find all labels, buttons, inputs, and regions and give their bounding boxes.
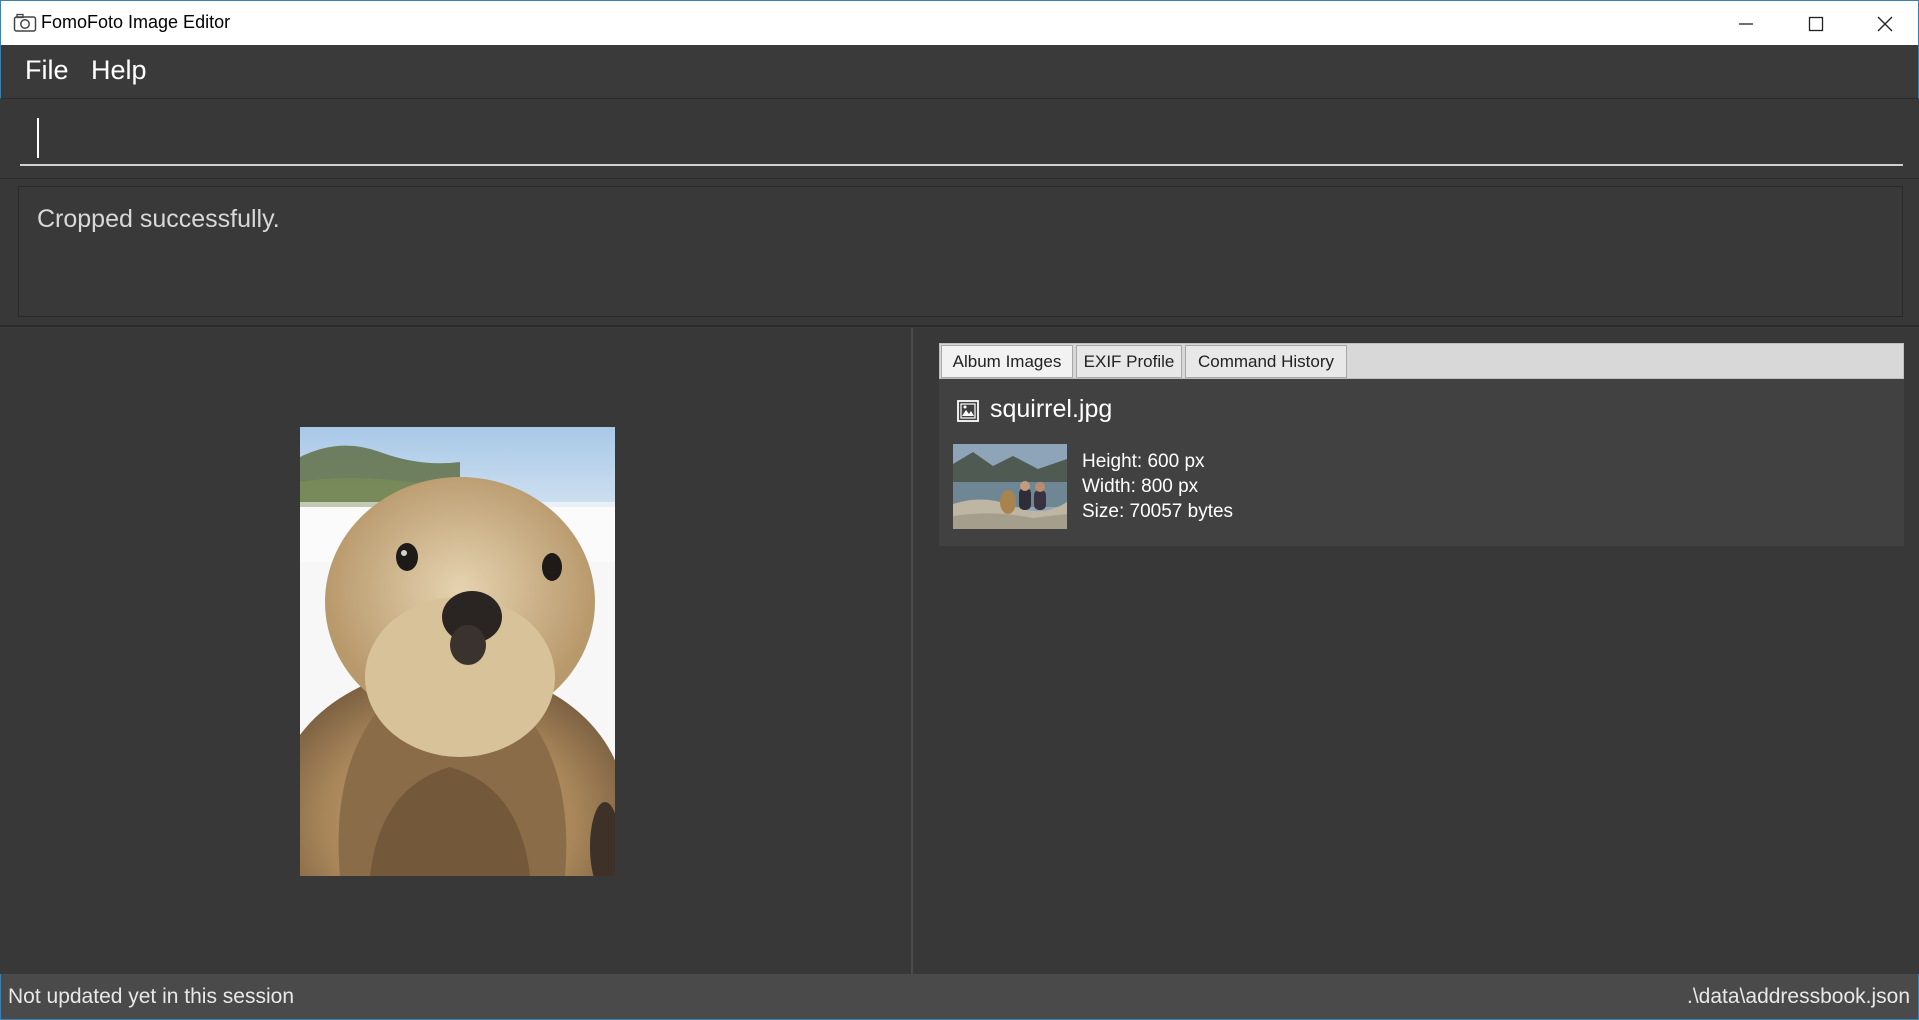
result-display-pane: Cropped successfully. [0, 180, 1919, 327]
tab-album-images[interactable]: Album Images [941, 345, 1073, 378]
maximize-button[interactable] [1781, 1, 1851, 46]
command-input[interactable] [20, 114, 1903, 166]
squirrel-preview-image [300, 427, 615, 876]
side-panel: Album Images EXIF Profile Command Histor… [915, 328, 1919, 974]
image-preview-pane [0, 328, 913, 974]
image-width: Width: 800 px [1082, 476, 1199, 497]
album-image-name: squirrel.jpg [990, 395, 1113, 423]
menu-bar: File Help [0, 45, 1919, 99]
image-height: Height: 600 px [1082, 451, 1205, 472]
sync-status: Not updated yet in this session [8, 985, 295, 1008]
save-location: .\data\addressbook.json [1687, 985, 1910, 1008]
text-caret [37, 118, 39, 158]
window-title: FomoFoto Image Editor [41, 12, 231, 32]
camera-icon [13, 13, 37, 33]
menu-help[interactable]: Help [91, 55, 147, 86]
result-message: Cropped successfully. [37, 205, 280, 233]
image-file-icon [956, 399, 980, 423]
title-bar: FomoFoto Image Editor [0, 0, 1919, 45]
status-bar: Not updated yet in this session .\data\a… [0, 974, 1919, 1020]
tab-command-history[interactable]: Command History [1185, 345, 1347, 378]
menu-file[interactable]: File [25, 55, 69, 86]
minimize-button[interactable] [1711, 1, 1781, 46]
result-display: Cropped successfully. [18, 186, 1903, 317]
image-size: Size: 70057 bytes [1082, 501, 1234, 522]
close-button[interactable] [1850, 1, 1919, 46]
album-image-card[interactable]: squirrel.jpg Height: 600 px Width: 800 p… [939, 379, 1904, 546]
album-image-meta: Height: 600 px Width: 800 px Size: 70057… [1082, 449, 1233, 524]
tab-bar: Album Images EXIF Profile Command Histor… [939, 343, 1904, 379]
command-box-pane [0, 99, 1919, 179]
tab-exif-profile[interactable]: EXIF Profile [1076, 345, 1182, 378]
album-image-thumbnail[interactable] [953, 444, 1067, 529]
